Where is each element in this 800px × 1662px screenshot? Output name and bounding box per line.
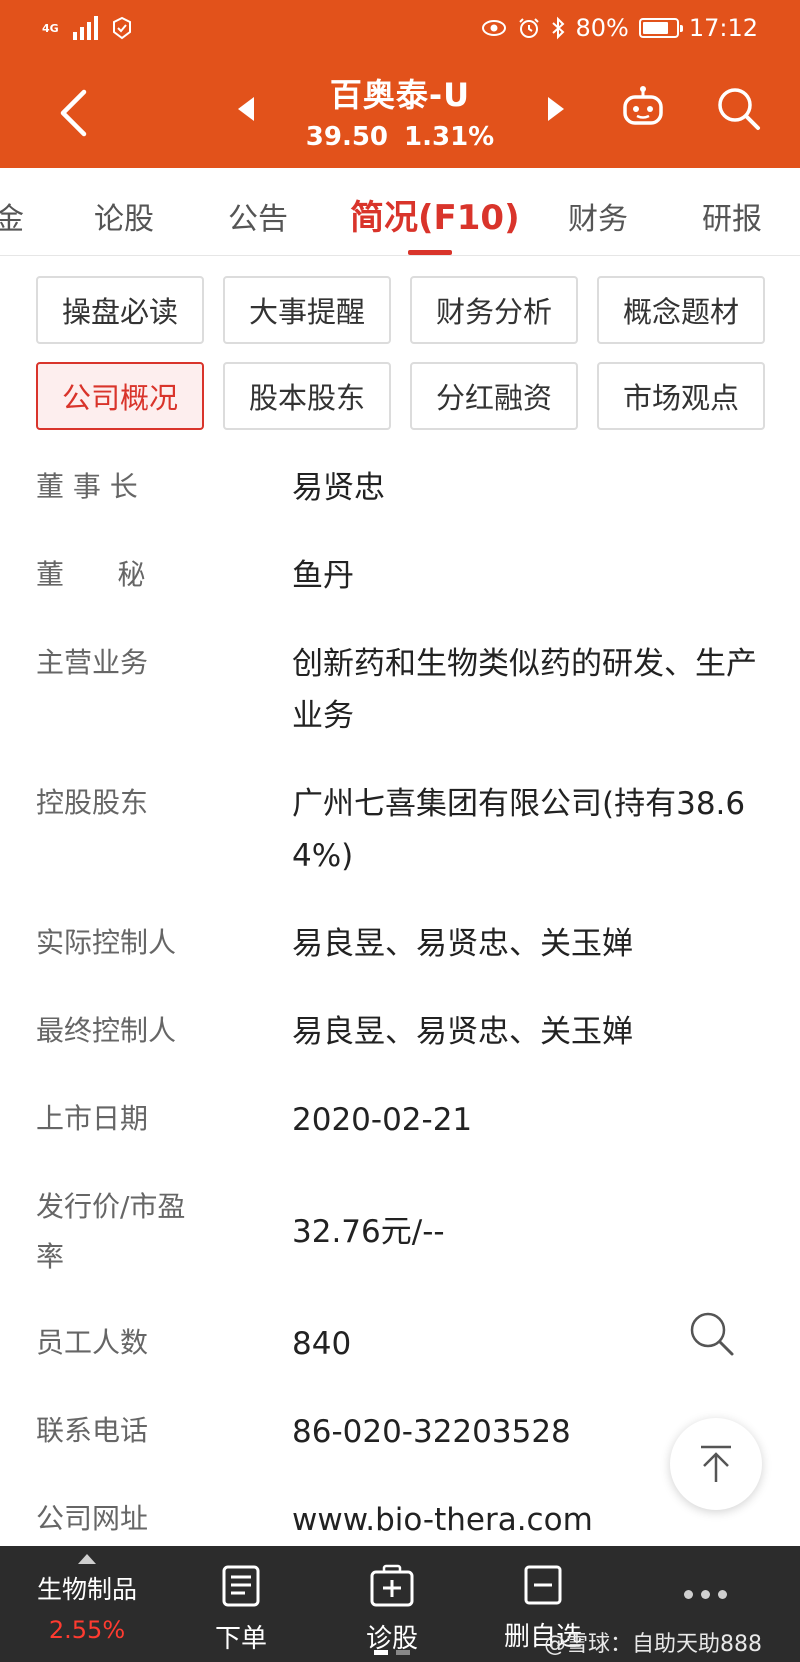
row-label: 公司网址 (36, 1502, 149, 1535)
battery-icon (638, 18, 683, 38)
search-icon (690, 1312, 734, 1356)
order-document-icon (222, 1565, 260, 1607)
active-tab-indicator (408, 250, 452, 255)
row-value: 易贤忠 (292, 470, 385, 506)
search-button[interactable] (714, 84, 762, 136)
row-website: 公司网址 www.bio-thera.com (36, 1494, 766, 1546)
row-label: 员工人数 (36, 1326, 149, 1359)
chevron-left-icon (60, 89, 87, 137)
f10-category-chips: 操盘必读 大事提醒 财务分析 概念题材 公司概况 股本股东 分红融资 市场观点 (36, 276, 766, 430)
row-label: 发行价/市盈率 (36, 1190, 186, 1273)
row-label: 实际控制人 (36, 926, 177, 959)
sector-change: 2.55% (48, 1616, 126, 1644)
diagnose-plus-icon (370, 1564, 414, 1607)
row-label: 上市日期 (36, 1102, 149, 1135)
order-button[interactable]: 下单 (186, 1564, 296, 1655)
robot-icon (623, 86, 663, 125)
tab-forum[interactable]: 论股 (94, 194, 154, 238)
row-issue-price-pe: 发行价/市盈率 32.76元/-- (36, 1182, 766, 1282)
diagnose-button[interactable]: 诊股 (337, 1564, 447, 1655)
chip-share-capital[interactable]: 股本股东 (223, 362, 391, 430)
tab-fund[interactable]: 金 (0, 194, 24, 238)
stock-change: 1.31% (404, 122, 495, 152)
arrow-up-to-top-icon (701, 1445, 731, 1482)
back-button[interactable] (48, 82, 98, 144)
row-phone: 联系电话 86-020-32203528 (36, 1406, 766, 1458)
row-label: 董 秘 (36, 558, 146, 591)
row-label: 联系电话 (36, 1414, 149, 1447)
chip-concept-theme[interactable]: 概念题材 (597, 276, 765, 344)
row-value: 易良昱、易贤忠、关玉婵 (292, 926, 633, 962)
row-employees: 员工人数 840 (36, 1318, 766, 1370)
row-value: 创新药和生物类似药的研发、生产业务 (292, 646, 757, 734)
triangle-right-icon (548, 97, 564, 121)
row-listing-date: 上市日期 2020-02-21 (36, 1094, 766, 1146)
stock-name: 百奥泰-U (329, 76, 471, 114)
row-label: 董 事 长 (36, 470, 138, 503)
sector-name: 生物制品 (36, 1575, 137, 1604)
network-type: 4G (42, 21, 59, 35)
alarm-icon (519, 18, 540, 38)
row-chairman: 董 事 长 易贤忠 (36, 462, 766, 514)
row-value: 鱼丹 (292, 558, 354, 594)
eye-icon (482, 20, 507, 36)
chip-financial-analysis[interactable]: 财务分析 (410, 276, 578, 344)
chip-trading-must-read[interactable]: 操盘必读 (36, 276, 204, 344)
chip-market-opinion[interactable]: 市场观点 (597, 362, 765, 430)
chip-company-profile[interactable]: 公司概况 (36, 362, 204, 430)
app-header: 4G 80% 17:12 百奥泰-U 39.50 1.31% (0, 0, 800, 168)
next-stock-button[interactable] (546, 96, 566, 126)
page-indicator (374, 1650, 410, 1655)
robot-assistant-button[interactable] (620, 84, 666, 134)
row-label: 主营业务 (36, 646, 149, 679)
search-icon (718, 88, 760, 130)
row-value: 32.76元/-- (292, 1214, 445, 1250)
row-controlling-shareholder: 控股股东 广州七喜集团有限公司(持有38.64%) (36, 778, 766, 882)
row-value: 2020-02-21 (292, 1102, 473, 1138)
stock-price: 39.50 (305, 122, 389, 152)
battery-percent: 80% (575, 14, 629, 42)
stock-title: 百奥泰-U 39.50 1.31% (220, 70, 580, 152)
floating-search-button[interactable] (688, 1310, 736, 1362)
row-value: 广州七喜集团有限公司(持有38.64%) (292, 786, 746, 874)
top-tabs: 金 论股 公告 简况(F10) 财务 研报 (0, 168, 800, 256)
row-label: 控股股东 (36, 786, 149, 819)
status-bar: 4G 80% 17:12 (0, 0, 800, 60)
back-to-top-button[interactable] (670, 1418, 762, 1510)
row-main-business: 主营业务 创新药和生物类似药的研发、生产业务 (36, 638, 766, 742)
more-options-button[interactable] (684, 1590, 727, 1599)
company-profile-table: 董 事 长 易贤忠 董 秘 鱼丹 主营业务 创新药和生物类似药的研发、生产业务 … (36, 462, 766, 1582)
row-secretary: 董 秘 鱼丹 (36, 550, 766, 602)
clock: 17:12 (688, 14, 758, 42)
remove-watchlist-icon (524, 1565, 562, 1605)
xueqiu-watermark: @雪球：自助天助888 (544, 1632, 762, 1657)
tab-research[interactable]: 研报 (702, 194, 762, 238)
row-value: 易良昱、易贤忠、关玉婵 (292, 1014, 633, 1050)
bluetooth-icon (552, 16, 565, 40)
chip-dividend-financing[interactable]: 分红融资 (410, 362, 578, 430)
app-shield-icon (112, 16, 131, 40)
row-ultimate-controller: 最终控制人 易良昱、易贤忠、关玉婵 (36, 1006, 766, 1058)
nav-bar: 百奥泰-U 39.50 1.31% (0, 60, 800, 168)
caret-up-icon (78, 1554, 96, 1564)
sector-toggle[interactable]: 生物制品 2.55% (20, 1554, 154, 1644)
chip-event-reminder[interactable]: 大事提醒 (223, 276, 391, 344)
order-label: 下单 (214, 1624, 267, 1654)
tab-f10-overview[interactable]: 简况(F10) (350, 190, 520, 239)
row-actual-controller: 实际控制人 易良昱、易贤忠、关玉婵 (36, 918, 766, 970)
tab-finance[interactable]: 财务 (568, 194, 628, 238)
tab-announcement[interactable]: 公告 (228, 194, 288, 238)
signal-icon (72, 16, 98, 40)
row-label: 最终控制人 (36, 1014, 177, 1047)
bottom-action-bar: 生物制品 2.55% 下单 诊股 删自选 @雪球：自助天助888 (0, 1546, 800, 1662)
